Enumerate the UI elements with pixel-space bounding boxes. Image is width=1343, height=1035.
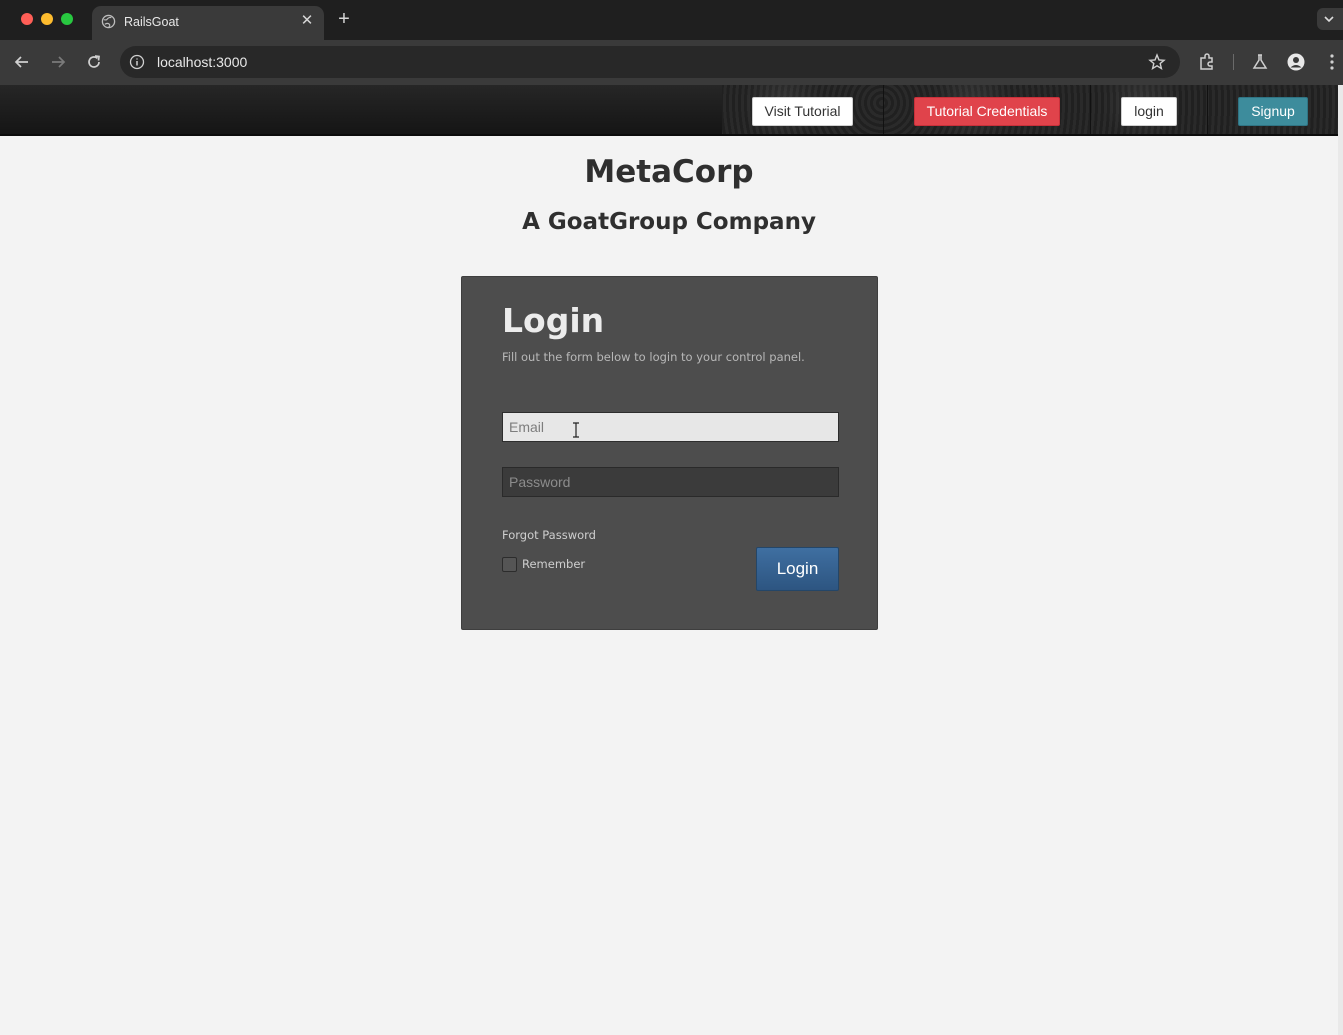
- forward-arrow-icon[interactable]: [48, 52, 68, 72]
- minimize-window-button[interactable]: [41, 13, 53, 25]
- tab-title: RailsGoat: [124, 15, 179, 29]
- login-description: Fill out the form below to login to your…: [502, 350, 805, 364]
- tutorial-credentials-button[interactable]: Tutorial Credentials: [914, 97, 1060, 126]
- page-subtitle: A GoatGroup Company: [522, 209, 816, 235]
- bookmark-star-icon[interactable]: [1148, 53, 1166, 71]
- maximize-window-button[interactable]: [61, 13, 73, 25]
- chevron-down-icon: [1324, 16, 1334, 23]
- email-field[interactable]: [502, 412, 839, 442]
- login-nav-button[interactable]: login: [1121, 97, 1177, 126]
- globe-icon: [101, 14, 116, 29]
- close-window-button[interactable]: [21, 13, 33, 25]
- extensions-icon[interactable]: [1197, 52, 1217, 72]
- kebab-menu-icon[interactable]: [1322, 52, 1342, 72]
- toolbar-divider: [1233, 54, 1234, 70]
- tab-search-button[interactable]: [1317, 8, 1343, 30]
- profile-icon[interactable]: [1286, 52, 1306, 72]
- browser-tab[interactable]: RailsGoat ✕: [92, 6, 324, 40]
- reload-icon[interactable]: [84, 52, 104, 72]
- browser-toolbar: localhost:3000: [0, 40, 1343, 85]
- visit-tutorial-button[interactable]: Visit Tutorial: [752, 97, 853, 126]
- remember-checkbox[interactable]: [502, 557, 517, 572]
- page-scrollbar[interactable]: [1338, 85, 1343, 1035]
- login-submit-button[interactable]: Login: [756, 547, 839, 591]
- labs-flask-icon[interactable]: [1250, 52, 1270, 72]
- password-field[interactable]: [502, 467, 839, 497]
- forgot-password-link[interactable]: Forgot Password: [502, 528, 596, 542]
- new-tab-button[interactable]: +: [334, 9, 354, 29]
- page-title: MetaCorp: [584, 154, 754, 190]
- close-icon[interactable]: ✕: [298, 12, 316, 30]
- header-divider: [1090, 85, 1091, 134]
- back-arrow-icon[interactable]: [12, 52, 32, 72]
- site-info-icon[interactable]: [129, 54, 145, 70]
- header-divider: [1207, 85, 1208, 134]
- url-text: localhost:3000: [157, 54, 248, 70]
- login-heading: Login: [502, 301, 605, 340]
- address-bar[interactable]: localhost:3000: [120, 46, 1180, 78]
- header-nav: Visit Tutorial Tutorial Credentials logi…: [722, 85, 1338, 134]
- text-cursor-icon: [573, 422, 579, 438]
- site-header: Visit Tutorial Tutorial Credentials logi…: [0, 85, 1338, 136]
- header-divider: [883, 85, 884, 134]
- remember-label[interactable]: Remember: [522, 557, 585, 571]
- login-panel: Login Fill out the form below to login t…: [461, 276, 878, 630]
- signup-button[interactable]: Signup: [1238, 97, 1308, 126]
- browser-tab-bar: RailsGoat ✕ +: [0, 0, 1343, 40]
